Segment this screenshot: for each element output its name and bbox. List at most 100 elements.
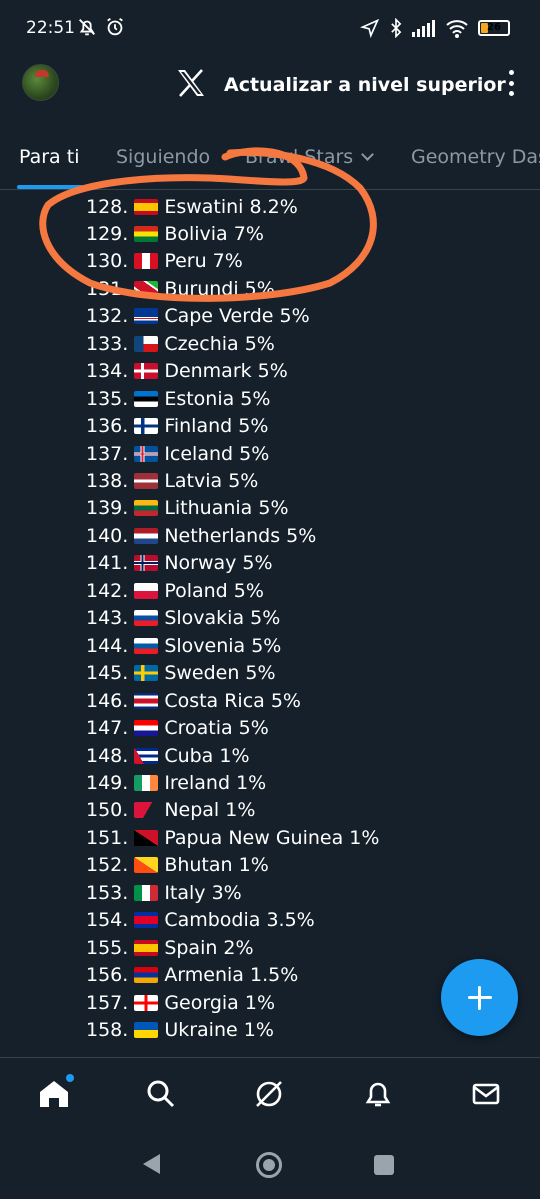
flag-cz-icon (134, 335, 159, 352)
list-item: 135. Estonia 5% (86, 385, 270, 412)
tab-geometry-dash[interactable]: Geometry Das (411, 146, 540, 168)
country-rank: 150. (86, 799, 129, 822)
status-bar: 22:51 26 (0, 0, 540, 60)
country-rank: 130. (86, 250, 129, 273)
signal-icon (412, 20, 435, 37)
list-item: 153. Italy 3% (86, 879, 242, 906)
country-rank: 156. (86, 964, 129, 987)
list-item: 143. Slovakia 5% (86, 605, 280, 632)
back-icon[interactable] (143, 1154, 160, 1174)
messages-icon[interactable] (470, 1078, 502, 1110)
list-item: 154. Cambodia 3.5% (86, 907, 315, 934)
country-rank: 132. (86, 305, 129, 328)
compose-post-button[interactable] (441, 959, 518, 1036)
list-item: 140. Netherlands 5% (86, 522, 316, 549)
more-options-icon[interactable] (508, 70, 514, 96)
country-name: Poland 5% (164, 579, 264, 602)
country-name: Italy 3% (164, 881, 242, 904)
country-rank: 134. (86, 360, 129, 383)
battery-level: 26 (487, 22, 501, 33)
list-item: 141. Norway 5% (86, 550, 273, 577)
list-item: 152. Bhutan 1% (86, 852, 269, 879)
flag-sk-icon (134, 610, 159, 627)
country-name: Cuba 1% (164, 744, 250, 767)
flag-se-icon (134, 665, 159, 682)
system-nav (0, 1135, 540, 1199)
country-name: Iceland 5% (164, 442, 270, 465)
flag-lv-icon (134, 473, 159, 489)
flag-ee-icon (134, 390, 159, 407)
active-tab-indicator (17, 185, 83, 189)
country-name: Latvia 5% (164, 470, 259, 492)
country-rank: 137. (86, 442, 129, 465)
country-name: Costa Rica 5% (164, 689, 301, 712)
country-rank: 141. (86, 552, 129, 575)
country-list: 128. Eswatini 8.2% 129. Bolivia 7% 130. Peru … (0, 191, 540, 1057)
flag-nl-icon (134, 527, 159, 544)
country-rank: 136. (86, 415, 129, 438)
list-item: 136. Finland 5% (86, 413, 268, 440)
country-rank: 154. (86, 909, 129, 932)
list-item: 148. Cuba 1% (86, 742, 250, 769)
country-rank: 140. (86, 524, 129, 547)
search-icon[interactable] (145, 1078, 177, 1110)
country-rank: 147. (86, 717, 129, 740)
country-name: Nepal 1% (164, 799, 256, 822)
location-icon (360, 18, 380, 38)
country-rank: 151. (86, 826, 129, 849)
bottom-nav (0, 1057, 540, 1135)
country-name: Spain 2% (164, 936, 254, 959)
country-rank: 157. (86, 991, 129, 1014)
country-rank: 152. (86, 854, 129, 877)
list-item: 144. Slovenia 5% (86, 632, 281, 659)
list-item: 146. Costa Rica 5% (86, 687, 301, 714)
country-rank: 153. (86, 881, 129, 904)
list-item: 131. Burundi 5% (86, 275, 275, 302)
list-item: 130. Peru 7% (86, 248, 243, 275)
list-item: 155. Spain 2% (86, 934, 254, 961)
country-name: Bolivia 7% (164, 222, 264, 245)
country-name: Papua New Guinea 1% (164, 826, 380, 849)
list-item: 147. Croatia 5% (86, 715, 269, 742)
country-name: Slovakia 5% (164, 607, 281, 630)
grok-icon[interactable] (253, 1078, 285, 1110)
country-rank: 144. (86, 634, 129, 657)
list-item: 142. Poland 5% (86, 577, 264, 604)
flag-es-icon (134, 198, 159, 215)
country-name: Sweden 5% (164, 662, 276, 685)
flag-am-icon (134, 967, 159, 984)
upgrade-link[interactable]: Actualizar a nivel superior (224, 74, 506, 96)
recents-icon[interactable] (374, 1155, 394, 1175)
tab-para-ti[interactable]: Para ti (19, 146, 79, 168)
home-icon[interactable] (38, 1074, 74, 1110)
country-name: Ukraine 1% (164, 1019, 274, 1041)
country-rank: 155. (86, 936, 129, 959)
avatar[interactable] (22, 64, 59, 101)
country-rank: 129. (86, 222, 129, 245)
list-item: 156. Armenia 1.5% (86, 962, 298, 989)
bell-off-icon (79, 19, 95, 36)
flag-cv-icon (134, 308, 159, 325)
list-item: 133. Czechia 5% (86, 330, 275, 357)
country-rank: 133. (86, 332, 129, 355)
flag-cu-icon (134, 747, 159, 764)
list-item: 138. Latvia 5% (86, 468, 258, 495)
country-rank: 143. (86, 607, 129, 630)
flag-kh-icon (134, 912, 159, 929)
tab-siguiendo[interactable]: Siguiendo (116, 146, 210, 168)
country-rank: 131. (86, 277, 129, 300)
list-item: 149. Ireland 1% (86, 769, 266, 796)
home-button-icon[interactable] (256, 1152, 282, 1178)
flag-is-icon (134, 445, 159, 462)
tab-brawl-stars[interactable]: Brawl Stars (245, 146, 375, 168)
x-logo-icon (178, 69, 204, 97)
list-item: 157. Georgia 1% (86, 989, 275, 1016)
country-rank: 145. (86, 662, 129, 685)
notifications-icon[interactable] (362, 1078, 394, 1110)
list-item: 150. Nepal 1% (86, 797, 255, 824)
list-item: 132. Cape Verde 5% (86, 303, 310, 330)
list-item: 139. Lithuania 5% (86, 495, 289, 522)
flag-ie-icon (134, 774, 159, 791)
flag-no-icon (134, 555, 159, 572)
country-name: Burundi 5% (164, 277, 275, 300)
